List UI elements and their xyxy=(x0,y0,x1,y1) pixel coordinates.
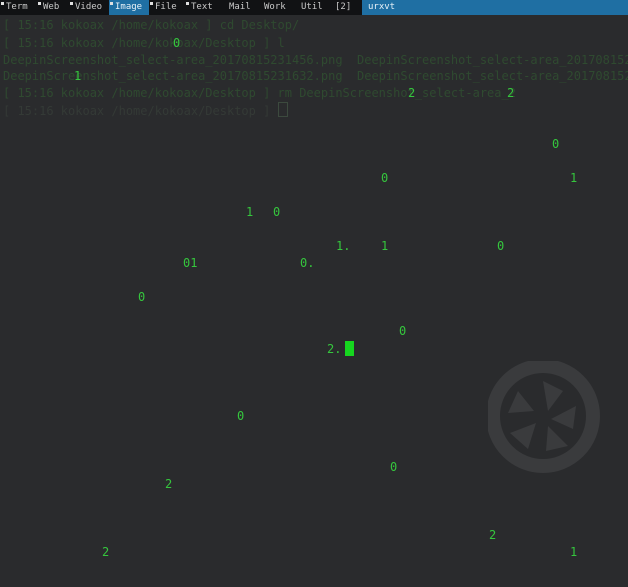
tag-label: Video xyxy=(75,2,103,12)
tag-video[interactable]: Video xyxy=(69,0,109,15)
tag-util[interactable]: Util xyxy=(295,0,329,15)
matrix-digit: 2 xyxy=(102,545,110,559)
window-title: urxvt xyxy=(362,0,628,15)
matrix-digit: 1 xyxy=(570,171,578,185)
layout-indicator[interactable]: [2] xyxy=(329,0,362,15)
occupied-indicator xyxy=(150,2,153,5)
matrix-digit: 1 xyxy=(381,239,389,253)
matrix-digit: 1. xyxy=(336,239,351,253)
terminal-prompt-line: [ 15:16 kokoax /home/kokoax/Desktop ] xyxy=(3,102,288,119)
tag-label: Term xyxy=(6,2,28,12)
tag-label: File xyxy=(155,2,177,12)
matrix-digit: 1 xyxy=(74,69,82,83)
tag-label: Web xyxy=(43,2,60,12)
tag-label: Mail xyxy=(229,2,251,12)
aperture-logo-icon xyxy=(488,361,600,473)
tag-label: Text xyxy=(191,2,213,12)
terminal-line: [ 15:16 kokoax /home/kokoax/Desktop ] l xyxy=(3,36,285,50)
tag-label: Work xyxy=(264,2,286,12)
tag-mail[interactable]: Mail xyxy=(223,0,258,15)
terminal-line: DeepinScreenshot_select-area_20170815231… xyxy=(3,69,628,83)
terminal-line: DeepinScreenshot_select-area_20170815231… xyxy=(3,53,628,67)
occupied-indicator xyxy=(38,2,41,5)
tag-bar: Term Web Video Image File Text Mail Work… xyxy=(0,0,628,15)
tag-text[interactable]: Text xyxy=(185,0,223,15)
matrix-digit: 0 xyxy=(497,239,505,253)
tag-term[interactable]: Term xyxy=(0,0,37,15)
terminal-line: [ 15:16 kokoax /home/kokoax/Desktop ] rm… xyxy=(3,86,516,100)
occupied-indicator xyxy=(110,2,113,5)
occupied-indicator xyxy=(70,2,73,5)
tag-image[interactable]: Image xyxy=(109,0,149,15)
prompt-cursor xyxy=(277,102,288,117)
tag-label: Util xyxy=(301,2,323,12)
prompt-text: [ 15:16 kokoax /home/kokoax/Desktop ] xyxy=(3,104,278,118)
matrix-digit: 2. xyxy=(327,342,342,356)
tag-work[interactable]: Work xyxy=(258,0,295,15)
matrix-digit: 0 xyxy=(381,171,389,185)
matrix-digit: 2 xyxy=(507,86,515,100)
tag-label: Image xyxy=(115,2,143,12)
matrix-digit: 2 xyxy=(489,528,497,542)
matrix-digit: 1 xyxy=(246,205,254,219)
occupied-indicator xyxy=(1,2,4,5)
terminal-window[interactable]: [ 15:16 kokoax /home/kokoax ] cd Desktop… xyxy=(0,15,628,587)
matrix-digit: 0 xyxy=(273,205,281,219)
tag-web[interactable]: Web xyxy=(37,0,69,15)
matrix-digit: 2 xyxy=(165,477,173,491)
matrix-digit: 1 xyxy=(570,545,578,559)
terminal-line: [ 15:16 kokoax /home/kokoax ] cd Desktop… xyxy=(3,18,300,32)
matrix-digit: 0 xyxy=(390,460,398,474)
matrix-digit: 2 xyxy=(408,86,416,100)
tag-label: [2] xyxy=(335,2,352,12)
matrix-digit: 0 xyxy=(173,36,181,50)
matrix-digit: 0 xyxy=(399,324,407,338)
matrix-digit: 0. xyxy=(300,256,315,270)
matrix-digit: 0 xyxy=(138,290,146,304)
matrix-digit: 0 xyxy=(552,137,560,151)
matrix-digit: 0 xyxy=(237,409,245,423)
tag-file[interactable]: File xyxy=(149,0,185,15)
matrix-digit: 01 xyxy=(183,256,198,270)
text-cursor xyxy=(345,341,354,356)
occupied-indicator xyxy=(186,2,189,5)
